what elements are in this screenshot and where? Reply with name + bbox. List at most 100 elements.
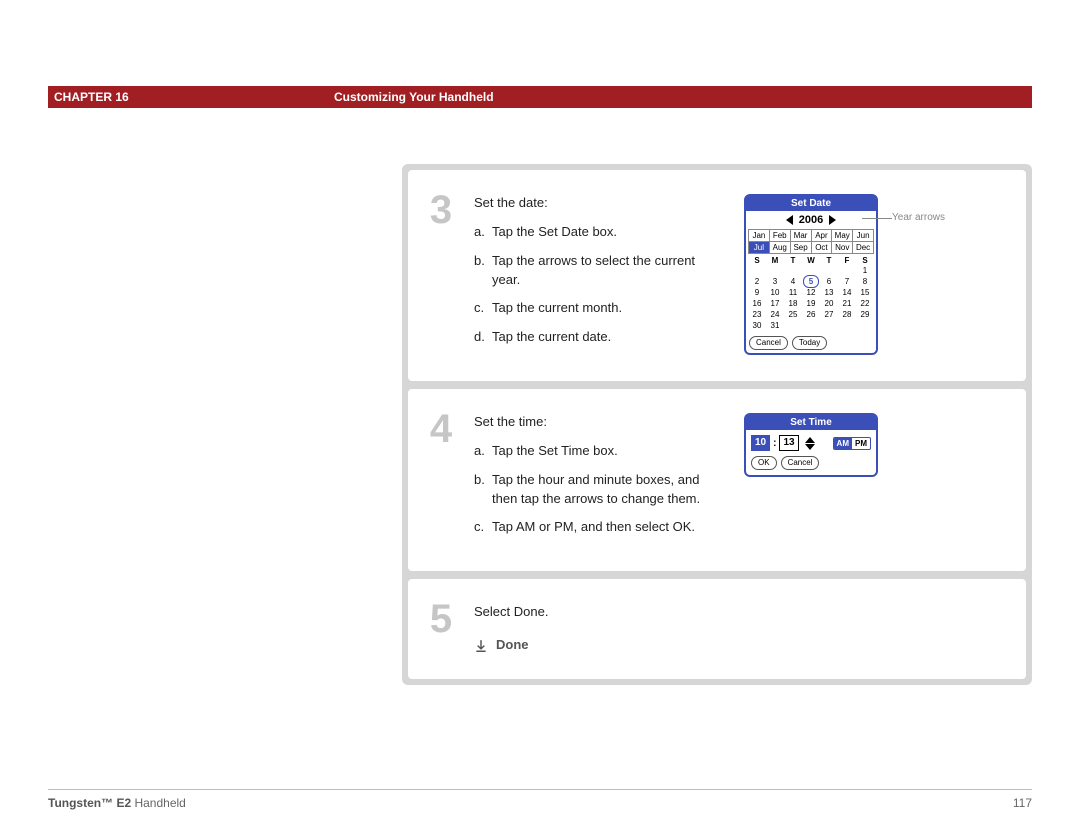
- day-9[interactable]: 9: [748, 287, 766, 298]
- step-number: 4: [408, 389, 474, 571]
- month-oct[interactable]: Oct: [812, 242, 833, 254]
- minute-box[interactable]: 13: [779, 435, 798, 451]
- dow-header: T: [784, 256, 802, 265]
- dow-header: S: [748, 256, 766, 265]
- day-3[interactable]: 3: [766, 276, 784, 287]
- year-selector: 2006: [746, 211, 876, 229]
- day-28[interactable]: 28: [838, 309, 856, 320]
- month-sep[interactable]: Sep: [791, 242, 812, 254]
- step-5: 5 Select Done. Done: [408, 579, 1026, 679]
- step-4-text: Set the time: a.Tap the Set Time box. b.…: [474, 413, 724, 547]
- day-4[interactable]: 4: [784, 276, 802, 287]
- am-option[interactable]: AM: [834, 438, 852, 449]
- ok-button[interactable]: OK: [751, 456, 777, 470]
- day-5[interactable]: 5: [802, 276, 820, 287]
- day-22[interactable]: 22: [856, 298, 874, 309]
- day-27[interactable]: 27: [820, 309, 838, 320]
- page: CHAPTER 16 Customizing Your Handheld 3 S…: [0, 0, 1080, 834]
- done-label: Done: [496, 636, 529, 655]
- step-4: 4 Set the time: a.Tap the Set Time box. …: [408, 389, 1026, 571]
- spinner-down-icon[interactable]: [805, 444, 815, 450]
- year-prev-icon[interactable]: [786, 215, 793, 225]
- day-30[interactable]: 30: [748, 320, 766, 331]
- month-nov[interactable]: Nov: [832, 242, 853, 254]
- ampm-toggle[interactable]: AM PM: [833, 437, 871, 450]
- day-19[interactable]: 19: [802, 298, 820, 309]
- month-feb[interactable]: Feb: [770, 230, 791, 242]
- page-number: 117: [1013, 796, 1032, 810]
- month-aug[interactable]: Aug: [770, 242, 791, 254]
- month-grid: JanFebMarAprMayJun JulAugSepOctNovDec: [748, 229, 874, 254]
- year-value: 2006: [799, 214, 823, 226]
- month-jul[interactable]: Jul: [749, 242, 770, 254]
- step-5-lead: Select Done.: [474, 603, 724, 622]
- header-bar: CHAPTER 16 Customizing Your Handheld: [48, 86, 1032, 108]
- set-time-widget: Set Time 10 : 13 AM PM: [744, 413, 878, 477]
- day-8[interactable]: 8: [856, 276, 874, 287]
- chapter-label: CHAPTER 16: [48, 90, 334, 104]
- month-jan[interactable]: Jan: [749, 230, 770, 242]
- month-apr[interactable]: Apr: [812, 230, 833, 242]
- day-16[interactable]: 16: [748, 298, 766, 309]
- day-25[interactable]: 25: [784, 309, 802, 320]
- day-14[interactable]: 14: [838, 287, 856, 298]
- step-4-figure: Set Time 10 : 13 AM PM: [724, 413, 1026, 547]
- day-11[interactable]: 11: [784, 287, 802, 298]
- day-empty: [784, 320, 802, 331]
- step-3-text: Set the date: a.Tap the Set Date box. b.…: [474, 194, 724, 357]
- days-grid: 1234567891011121314151617181920212223242…: [748, 265, 874, 331]
- year-next-icon[interactable]: [829, 215, 836, 225]
- day-18[interactable]: 18: [784, 298, 802, 309]
- dow-row: SMTWTFS: [748, 256, 874, 265]
- day-6[interactable]: 6: [820, 276, 838, 287]
- day-empty: [766, 265, 784, 276]
- month-dec[interactable]: Dec: [853, 242, 874, 254]
- day-15[interactable]: 15: [856, 287, 874, 298]
- month-mar[interactable]: Mar: [791, 230, 812, 242]
- day-13[interactable]: 13: [820, 287, 838, 298]
- spinner-up-icon[interactable]: [805, 437, 815, 443]
- day-1[interactable]: 1: [856, 265, 874, 276]
- day-29[interactable]: 29: [856, 309, 874, 320]
- day-21[interactable]: 21: [838, 298, 856, 309]
- dow-header: S: [856, 256, 874, 265]
- today-button[interactable]: Today: [792, 336, 827, 350]
- year-arrows-callout: Year arrows: [892, 212, 952, 224]
- step-number: 5: [408, 579, 474, 679]
- time-spinner[interactable]: [805, 437, 815, 450]
- day-7[interactable]: 7: [838, 276, 856, 287]
- cancel-button[interactable]: Cancel: [781, 456, 820, 470]
- day-17[interactable]: 17: [766, 298, 784, 309]
- day-empty: [820, 265, 838, 276]
- set-date-title: Set Date: [746, 196, 876, 211]
- day-empty: [802, 320, 820, 331]
- day-empty: [748, 265, 766, 276]
- day-20[interactable]: 20: [820, 298, 838, 309]
- footer: Tungsten™ E2 Handheld 117: [48, 789, 1032, 810]
- step-5-text: Select Done. Done: [474, 603, 724, 655]
- day-23[interactable]: 23: [748, 309, 766, 320]
- hour-box[interactable]: 10: [751, 435, 770, 451]
- time-colon: :: [773, 438, 776, 449]
- pm-option[interactable]: PM: [852, 438, 870, 449]
- day-12[interactable]: 12: [802, 287, 820, 298]
- month-may[interactable]: May: [832, 230, 853, 242]
- day-empty: [838, 320, 856, 331]
- day-10[interactable]: 10: [766, 287, 784, 298]
- done-arrow-icon: [474, 639, 488, 653]
- chapter-title: Customizing Your Handheld: [334, 90, 494, 104]
- step-3-lead: Set the date:: [474, 194, 724, 213]
- step-number: 3: [408, 170, 474, 381]
- cancel-button[interactable]: Cancel: [749, 336, 788, 350]
- step-3: 3 Set the date: a.Tap the Set Date box. …: [408, 170, 1026, 381]
- steps-container: 3 Set the date: a.Tap the Set Date box. …: [402, 164, 1032, 685]
- day-empty: [820, 320, 838, 331]
- day-26[interactable]: 26: [802, 309, 820, 320]
- month-jun[interactable]: Jun: [853, 230, 874, 242]
- dow-header: M: [766, 256, 784, 265]
- dow-header: F: [838, 256, 856, 265]
- day-31[interactable]: 31: [766, 320, 784, 331]
- day-2[interactable]: 2: [748, 276, 766, 287]
- day-24[interactable]: 24: [766, 309, 784, 320]
- set-date-widget: Set Date 2006 JanFebMarAprMayJun JulAugSe…: [744, 194, 878, 355]
